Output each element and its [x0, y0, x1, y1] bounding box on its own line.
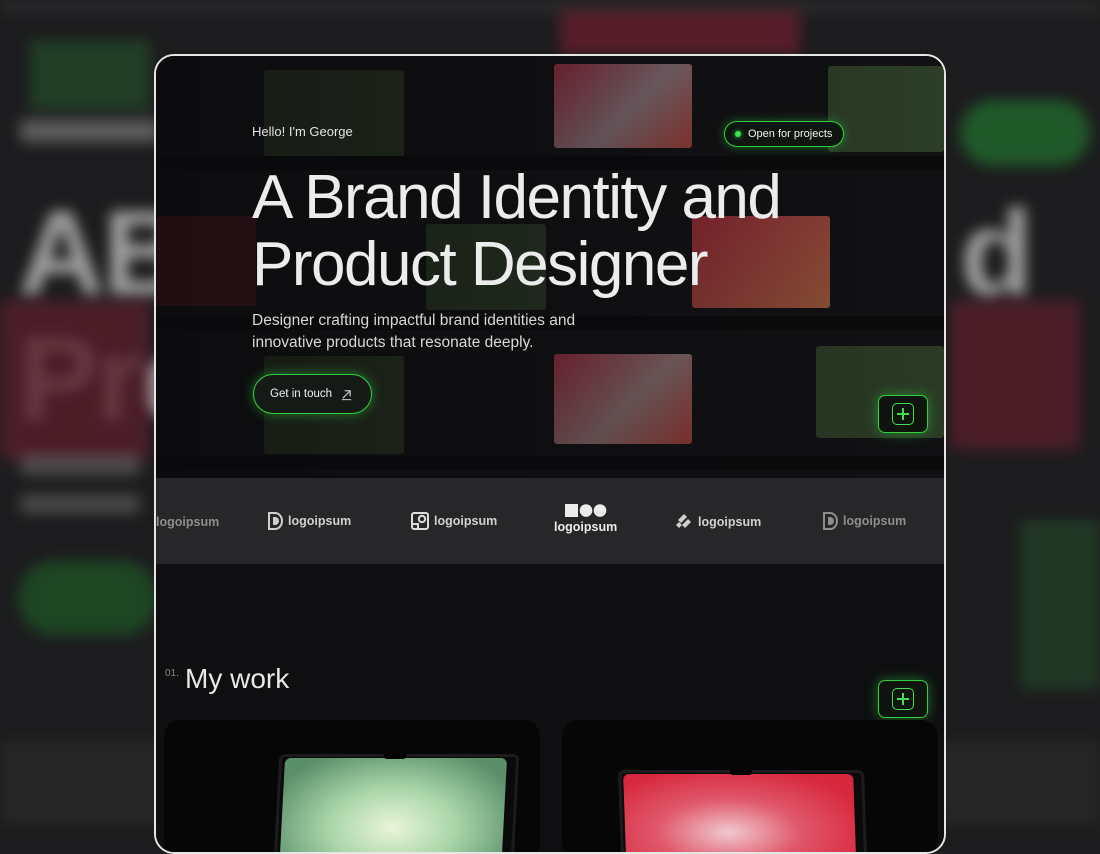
plus-icon	[892, 403, 914, 425]
laptop-notch	[384, 754, 406, 759]
client-logo-label: logoipsum	[554, 520, 618, 534]
section-title: My work	[185, 663, 290, 694]
backdrop-text-line	[20, 455, 140, 475]
get-in-touch-label: Get in touch	[270, 388, 333, 400]
backdrop-headline-right: d	[960, 186, 1034, 320]
backdrop-text-line	[20, 495, 140, 513]
logo-mark-icon	[564, 504, 606, 517]
availability-badge: Open for projects	[724, 121, 845, 147]
laptop-screen	[623, 774, 857, 852]
client-logo: logoipsum	[156, 515, 219, 529]
laptop-screen	[278, 758, 508, 852]
backdrop-shape	[30, 40, 150, 110]
availability-label: Open for projects	[748, 128, 833, 140]
logo-mark-icon	[268, 512, 283, 530]
backdrop-shape	[1020, 520, 1100, 690]
backdrop-shape	[560, 10, 800, 55]
logo-mark-icon	[411, 512, 429, 530]
client-logo-label: logoipsum	[698, 515, 762, 529]
arrow-up-right-icon	[341, 389, 352, 400]
client-logo: logoipsum	[554, 504, 617, 534]
backdrop-shape	[0, 300, 150, 460]
get-in-touch-button[interactable]: Get in touch	[253, 374, 373, 414]
section-number: 01.	[165, 668, 179, 679]
add-button-work[interactable]	[878, 680, 928, 718]
client-logo: logoipsum	[267, 512, 351, 530]
hero-headline: A Brand Identity and Product Designer	[252, 163, 782, 299]
logo-mark-icon	[676, 514, 691, 528]
hero-section: Hello! I'm George Open for projects A Br…	[156, 56, 944, 478]
status-dot-icon	[735, 131, 741, 137]
add-button-hero[interactable]	[878, 395, 928, 433]
hero-subtitle: Designer crafting impactful brand identi…	[252, 310, 575, 354]
greeting-text: Hello! I'm George	[252, 124, 353, 139]
backdrop-topbar	[0, 0, 1100, 14]
logo-mark-icon	[823, 512, 838, 530]
client-logo: logoipsum	[411, 512, 497, 530]
plus-icon	[892, 688, 914, 710]
backdrop-pill	[18, 560, 158, 636]
laptop-notch	[730, 770, 752, 775]
client-logo: logoipsum	[675, 513, 761, 531]
client-logo-label: logoipsum	[156, 515, 220, 529]
backdrop-pill	[960, 100, 1090, 166]
headline-line-1: A Brand Identity and	[252, 163, 782, 232]
client-logo-label: logoipsum	[288, 514, 352, 528]
work-card-2[interactable]	[562, 720, 938, 852]
client-logo-label: logoipsum	[843, 514, 907, 528]
site-preview-frame: Hello! I'm George Open for projects A Br…	[154, 54, 946, 854]
backdrop-greeting	[20, 120, 160, 142]
client-logo: logoipsum	[822, 512, 906, 530]
work-card-1[interactable]	[164, 720, 540, 852]
subtitle-line-1: Designer crafting impactful brand identi…	[252, 312, 576, 329]
backdrop-shape	[950, 300, 1080, 450]
client-logo-strip: logoipsum logoipsum logoipsum logoipsum …	[156, 478, 944, 564]
client-logo-label: logoipsum	[434, 514, 498, 528]
subtitle-line-2: innovative products that resonate deeply…	[252, 334, 534, 351]
headline-line-2: Product Designer	[252, 230, 709, 299]
